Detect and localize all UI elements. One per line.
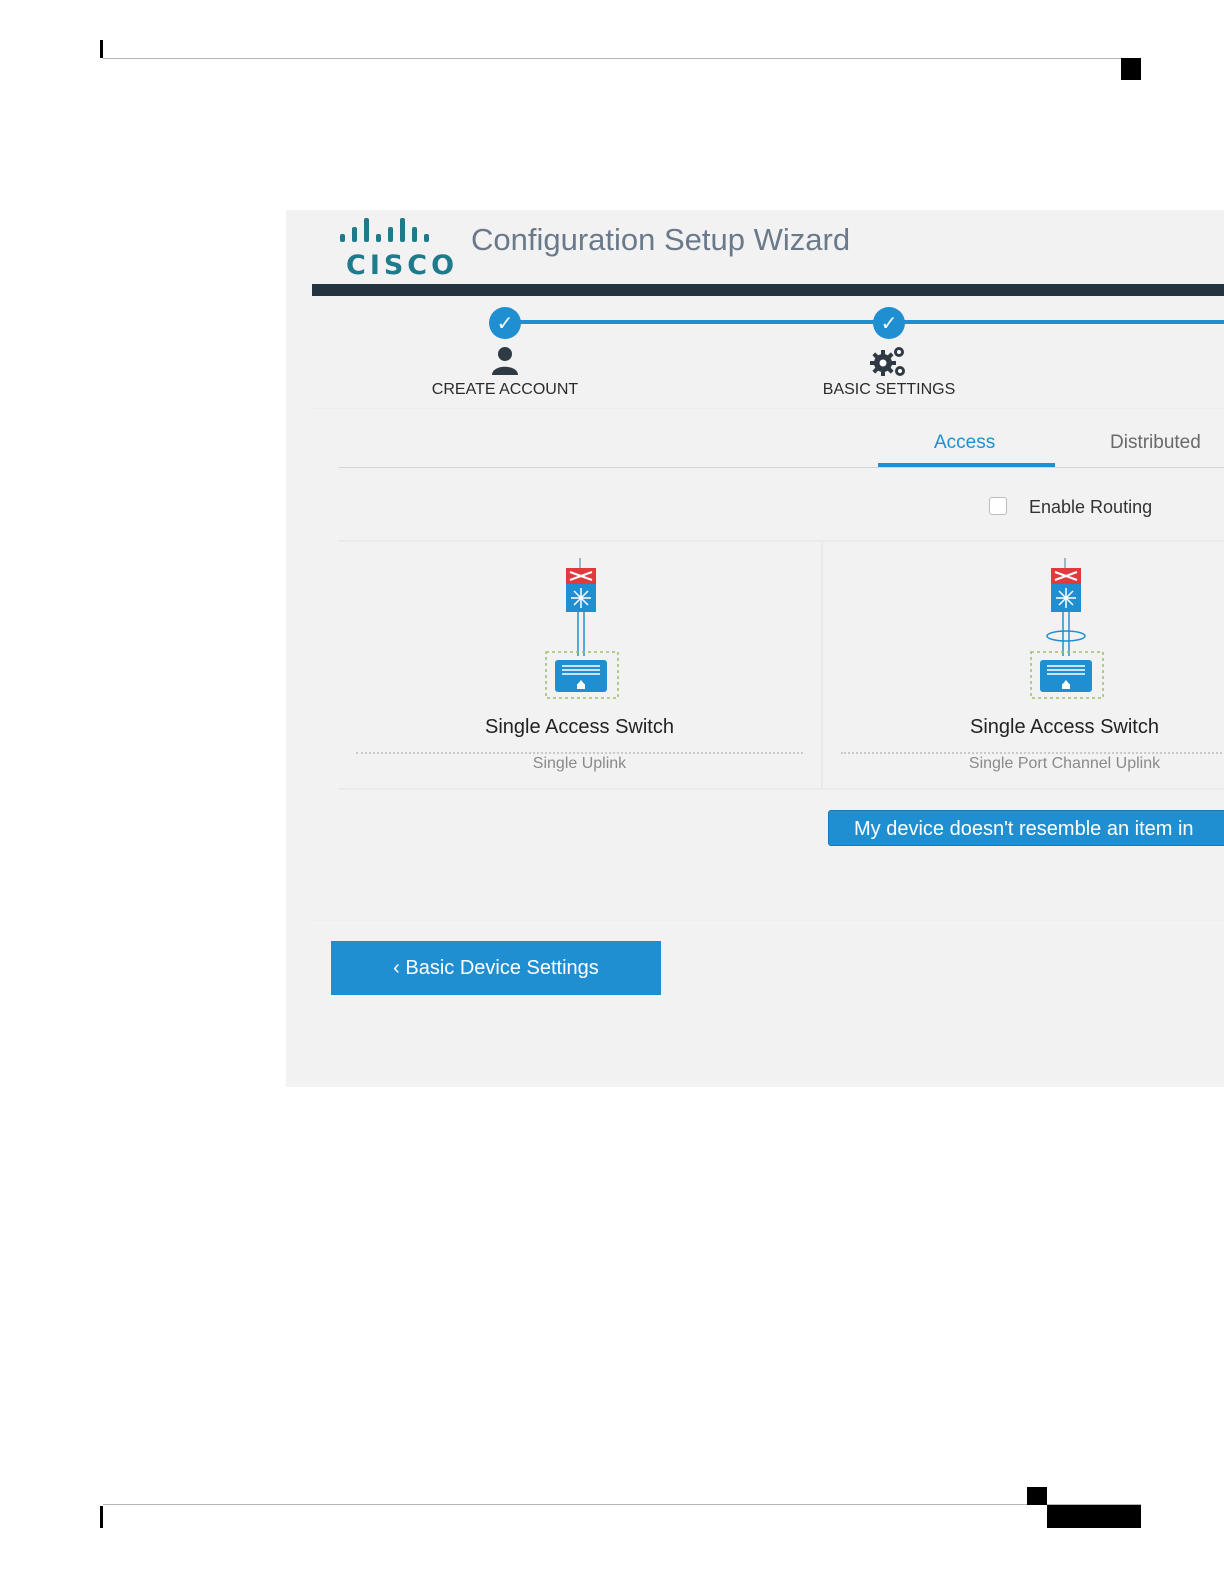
options-bottom-rule: [338, 788, 1224, 790]
page-number-block: [1047, 1505, 1141, 1528]
crop-mark-top-left: [100, 40, 103, 58]
crop-mark-top-right: [1121, 58, 1141, 80]
card-footer-rule: [312, 920, 1224, 921]
device-not-listed-button[interactable]: My device doesn't resemble an item in: [828, 810, 1224, 846]
step-check-icon-create-account: ✓: [489, 307, 521, 339]
wizard-title: Configuration Setup Wizard: [471, 222, 851, 257]
topology-option-port-channel-uplink[interactable]: Single Access Switch Single Port Channel…: [823, 542, 1224, 788]
option-subtitle: Single Uplink: [532, 755, 627, 772]
step-label-basic-settings: BASIC SETTINGS: [822, 381, 956, 398]
stepper-line: [506, 320, 1224, 324]
step-check-icon-basic-settings: ✓: [873, 307, 905, 339]
crop-mark-bottom-right-small: [1027, 1487, 1047, 1505]
option-title: Single Access Switch: [970, 716, 1159, 738]
cisco-bars-icon: [340, 218, 429, 242]
tab-distributed[interactable]: Distributed: [1110, 432, 1201, 454]
option-title: Single Access Switch: [485, 716, 674, 738]
step-label-create-account: CREATE ACCOUNT: [431, 381, 579, 398]
cisco-wordmark: CISCO: [346, 250, 459, 281]
option-subtitle: Single Port Channel Uplink: [968, 755, 1161, 772]
single-uplink-topology-icon: [545, 558, 619, 699]
option-dotted-divider: [841, 752, 1224, 754]
tab-access[interactable]: Access: [934, 432, 995, 454]
enable-routing-checkbox[interactable]: [989, 497, 1007, 515]
back-basic-device-settings-button[interactable]: ‹ Basic Device Settings: [331, 941, 661, 995]
topology-option-single-uplink[interactable]: Single Access Switch Single Uplink: [338, 542, 821, 788]
cisco-logo: CISCO: [336, 216, 454, 282]
stepper-divider: [312, 408, 1224, 409]
tab-rule: [338, 467, 1224, 468]
user-icon: [492, 347, 518, 375]
header-rule: [103, 58, 1141, 59]
setup-wizard-screenshot: CISCO Configuration Setup Wizard ✓ ✓ CRE…: [286, 210, 1224, 1087]
enable-routing-label: Enable Routing: [1029, 497, 1153, 517]
header-bar: [312, 284, 1224, 296]
option-dotted-divider: [356, 752, 803, 754]
gears-icon: [870, 347, 905, 376]
port-channel-uplink-topology-icon: [1030, 558, 1104, 699]
footer-rule: [103, 1504, 1141, 1505]
crop-mark-bottom-left: [100, 1506, 103, 1528]
